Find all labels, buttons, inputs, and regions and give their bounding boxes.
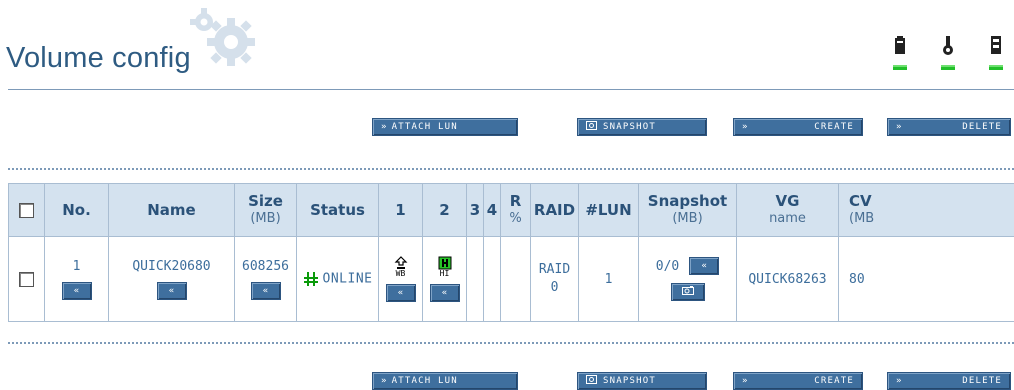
snapshot-expand-button[interactable]: «	[689, 257, 719, 275]
select-all-checkbox[interactable]	[19, 203, 34, 218]
row-disk1-cell: WB «	[379, 237, 423, 322]
name-expand-button[interactable]: «	[157, 282, 187, 300]
create-button-bottom[interactable]: »CREATE	[733, 372, 863, 390]
header-divider	[8, 89, 1014, 90]
snapshot-button[interactable]: SNAPSHOT	[577, 118, 707, 136]
chevron-right-icon: »	[888, 122, 907, 132]
header-disk-4: 4	[484, 184, 501, 237]
chevron-right-icon: »	[373, 122, 392, 132]
attach-lun-button[interactable]: »ATTACH LUN	[372, 118, 518, 136]
take-snapshot-button[interactable]	[671, 283, 705, 301]
header-no: No.	[45, 184, 109, 237]
size-expand-button[interactable]: «	[251, 282, 281, 300]
row-status-cell: ONLINE	[297, 237, 379, 322]
row-cv-cell: 80	[839, 237, 1014, 322]
header-disk-2: 2	[423, 184, 467, 237]
page-title: Volume config	[6, 42, 191, 75]
header-disk-1: 1	[379, 184, 423, 237]
header-name: Name	[109, 184, 235, 237]
header-r-percent: R%	[501, 184, 531, 237]
disk2-label: HI	[440, 270, 450, 278]
camera-icon	[682, 286, 694, 295]
create-button[interactable]: »CREATE	[733, 118, 863, 136]
header-raid: RAID	[531, 184, 579, 237]
chevron-right-icon: »	[734, 376, 753, 386]
volume-table: No. Name Size(MB) Status 1 2 3 4 R% RAID…	[8, 183, 1014, 322]
row-snapshot-cell: 0/0 «	[639, 237, 737, 322]
raid-type: RAID	[539, 262, 570, 277]
raid-level: 0	[551, 280, 559, 295]
chevron-right-icon: »	[734, 122, 753, 132]
row-disk2-cell: HI «	[423, 237, 467, 322]
row-no-cell: 1 «	[45, 237, 109, 322]
row-no-expand-button[interactable]: «	[62, 282, 92, 300]
header-cv: CV(MB	[839, 184, 1014, 237]
snapshot-usage: 0/0	[656, 259, 679, 274]
delete-button[interactable]: »DELETE	[887, 118, 1011, 136]
disk1-label: WB	[396, 270, 406, 278]
hot-spare-icon	[438, 256, 452, 270]
row-vg-cell: QUICK68263	[737, 237, 839, 322]
status-text: ONLINE	[323, 272, 373, 287]
row-disk3-cell	[467, 237, 484, 322]
row-select-cell	[9, 237, 45, 322]
header-snapshot: Snapshot(MB)	[639, 184, 737, 237]
system-status-icons	[880, 34, 1014, 74]
camera-icon	[586, 121, 597, 130]
plug-icon	[303, 271, 319, 287]
row-no: 1	[73, 259, 81, 274]
write-back-icon	[394, 256, 408, 270]
table-row: 1 « QUICK20680 « 608256 «	[9, 237, 1014, 322]
attach-lun-button-bottom[interactable]: »ATTACH LUN	[372, 372, 518, 390]
row-size-cell: 608256 «	[235, 237, 297, 322]
row-disk4-cell	[484, 237, 501, 322]
top-dotted-divider	[8, 168, 1014, 170]
table-header-row: No. Name Size(MB) Status 1 2 3 4 R% RAID…	[9, 184, 1014, 237]
snapshot-button-bottom[interactable]: SNAPSHOT	[577, 372, 707, 390]
delete-button-bottom[interactable]: »DELETE	[887, 372, 1011, 390]
disk-icon[interactable]	[986, 34, 1006, 74]
row-raid-cell: RAID 0	[531, 237, 579, 322]
header-lun: #LUN	[579, 184, 639, 237]
header-status: Status	[297, 184, 379, 237]
bottom-dotted-divider	[8, 342, 1014, 344]
disk2-expand-button[interactable]: «	[430, 284, 460, 302]
row-name-cell: QUICK20680 «	[109, 237, 235, 322]
header-size: Size(MB)	[235, 184, 297, 237]
battery-icon[interactable]	[890, 34, 910, 74]
header-vg: VGname	[737, 184, 839, 237]
thermometer-icon[interactable]	[938, 34, 958, 74]
volume-name: QUICK20680	[132, 259, 210, 274]
volume-size: 608256	[242, 259, 289, 274]
disk1-expand-button[interactable]: «	[386, 284, 416, 302]
row-r-cell	[501, 237, 531, 322]
header-disk-3: 3	[467, 184, 484, 237]
chevron-right-icon: »	[373, 376, 392, 386]
row-checkbox[interactable]	[19, 272, 34, 287]
row-lun-cell: 1	[579, 237, 639, 322]
select-all-header	[9, 184, 45, 237]
chevron-right-icon: »	[888, 376, 907, 386]
